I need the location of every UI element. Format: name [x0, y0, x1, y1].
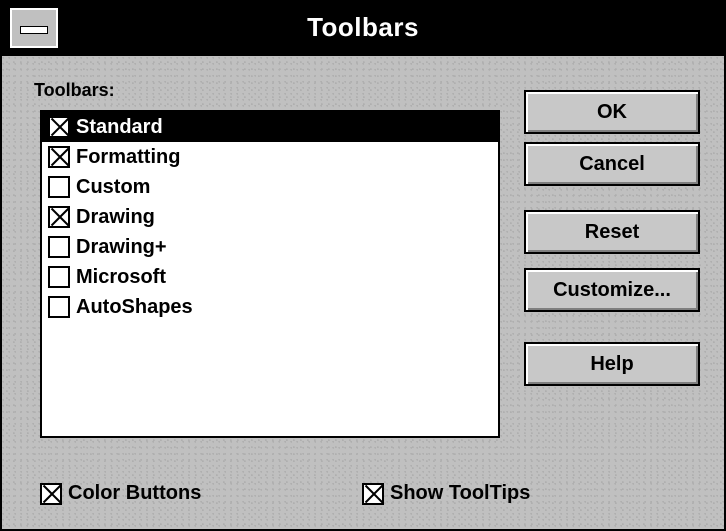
list-item-label: Drawing	[76, 205, 155, 228]
show-tooltips-label: Show ToolTips	[390, 482, 531, 504]
list-item-drawing-plus[interactable]: Drawing+	[42, 232, 498, 262]
customize-button[interactable]: Customize...	[524, 268, 700, 312]
ok-button[interactable]: OK	[524, 90, 700, 134]
color-buttons-label: Color Buttons	[68, 482, 202, 504]
list-item-label: Microsoft	[76, 265, 166, 288]
checkbox-standard[interactable]	[48, 116, 70, 138]
checkbox-formatting[interactable]	[48, 146, 70, 168]
help-button[interactable]: Help	[524, 342, 700, 386]
color-buttons-checkbox[interactable]	[40, 482, 62, 505]
list-item-standard[interactable]: Standard	[42, 112, 498, 142]
window-title: Toolbars	[307, 12, 419, 42]
list-item-label: Drawing+	[76, 235, 167, 258]
list-item-microsoft[interactable]: Microsoft	[42, 262, 498, 292]
toolbars-label: Toolbars:	[34, 80, 115, 100]
list-item-custom[interactable]: Custom	[42, 172, 498, 202]
list-item-label: Custom	[76, 175, 151, 198]
toolbars-list[interactable]: Standard Formatting Custom Drawing Drawi…	[40, 110, 500, 438]
reset-button[interactable]: Reset	[524, 210, 700, 254]
list-item-label: AutoShapes	[76, 295, 193, 318]
show-tooltips-checkbox[interactable]	[362, 482, 384, 505]
list-item-autoshapes[interactable]: AutoShapes	[42, 292, 498, 322]
toolbars-dialog: Toolbars Toolbars: Standard Formatting C…	[0, 0, 726, 531]
title-bar[interactable]: Toolbars	[2, 2, 724, 56]
show-tooltips-option[interactable]: Show ToolTips	[362, 482, 530, 505]
checkbox-microsoft[interactable]	[48, 266, 70, 288]
list-item-formatting[interactable]: Formatting	[42, 142, 498, 172]
list-item-label: Formatting	[76, 145, 181, 168]
checkbox-custom[interactable]	[48, 176, 70, 198]
checkbox-drawing-plus[interactable]	[48, 236, 70, 258]
cancel-button[interactable]: Cancel	[524, 142, 700, 186]
checkbox-autoshapes[interactable]	[48, 296, 70, 318]
list-item-label: Standard	[76, 115, 163, 138]
checkbox-drawing[interactable]	[48, 206, 70, 228]
color-buttons-option[interactable]: Color Buttons	[40, 482, 201, 505]
list-item-drawing[interactable]: Drawing	[42, 202, 498, 232]
